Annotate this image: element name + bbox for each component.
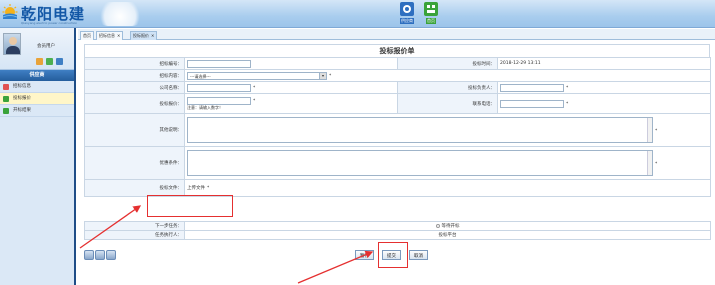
annotation-arrow <box>79 205 142 249</box>
annotation-arrow <box>297 250 374 284</box>
annotation-arrows <box>79 205 374 284</box>
